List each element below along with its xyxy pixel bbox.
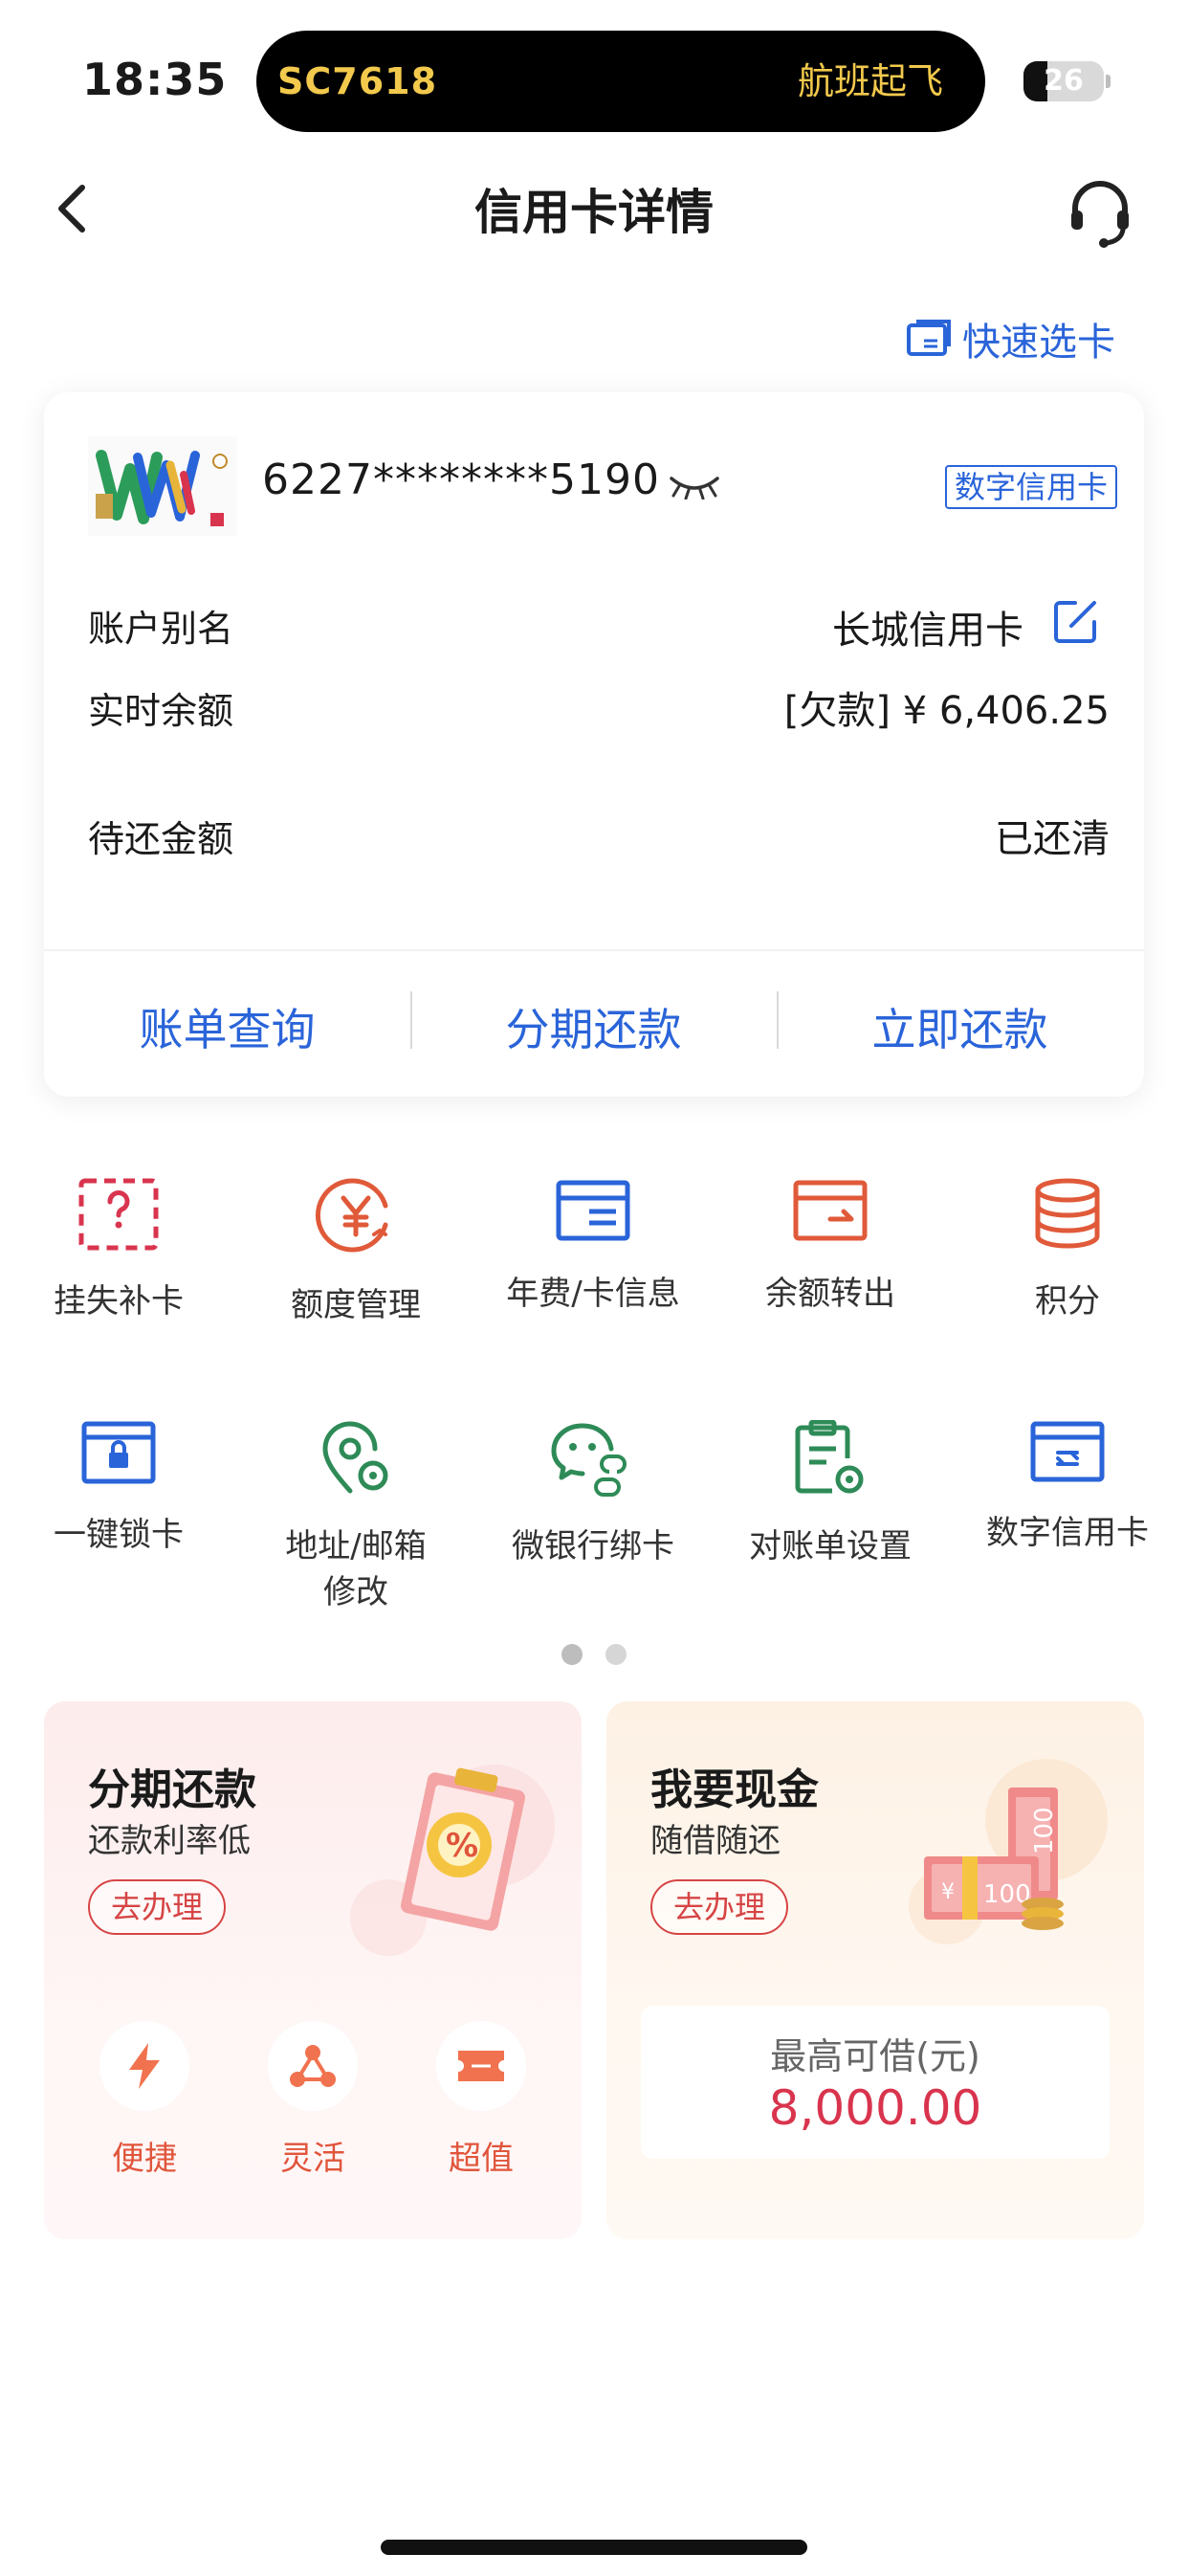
service-label: 数字信用卡: [986, 1514, 1149, 1552]
digital-card-icon: [1030, 1421, 1105, 1482]
card-stack-icon: [907, 320, 951, 356]
status-time: 18:35: [82, 54, 228, 105]
eye-closed-icon[interactable]: [668, 471, 721, 500]
bill-query-button[interactable]: 账单查询: [44, 995, 410, 1058]
edit-icon[interactable]: [1052, 597, 1100, 645]
feature-value: 超值: [419, 2021, 543, 2179]
svg-text:100: 100: [1030, 1807, 1059, 1854]
card-transfer-icon: [793, 1180, 868, 1241]
due-label: 待还金额: [88, 818, 234, 860]
flight-number: SC7618: [277, 60, 438, 102]
card-question-icon: [78, 1178, 159, 1251]
card-art-logo: [88, 436, 237, 536]
promo-subtitle: 还款利率低: [88, 1822, 251, 1860]
service-label: 地址/邮箱 修改: [285, 1527, 427, 1611]
card-info-icon: [556, 1180, 630, 1241]
page-indicator[interactable]: [0, 1644, 1188, 1665]
loan-limit-amount: 8,000.00: [768, 2080, 982, 2136]
statement-settings-icon: [795, 1420, 864, 1494]
service-label: 微银行绑卡: [512, 1527, 674, 1566]
clipboard-percent-illustration: %: [350, 1765, 555, 1956]
feature-flexible: 灵活: [251, 2021, 375, 2179]
cash-money-illustration: 100 ¥ 100: [909, 1759, 1108, 1944]
feature-label: 便捷: [112, 2140, 177, 2178]
feature-label: 超值: [449, 2140, 514, 2178]
yen-circle-icon: [315, 1178, 388, 1253]
home-indicator[interactable]: [381, 2540, 807, 2555]
loan-limit-box: 最高可借(元) 8,000.00: [641, 2006, 1110, 2159]
promo-subtitle: 随借随还: [650, 1822, 781, 1860]
battery-icon: 26: [1023, 61, 1104, 101]
installment-apply-button[interactable]: 去办理: [88, 1879, 227, 1935]
svg-text:¥: ¥: [941, 1880, 955, 1904]
lightning-icon: [129, 2043, 160, 2089]
service-label: 年费/卡信息: [506, 1275, 680, 1313]
ticket-icon: [458, 2051, 504, 2081]
svg-text:%: %: [446, 1827, 478, 1865]
service-lost-card[interactable]: 挂失补卡: [0, 1177, 237, 1324]
page-title: 信用卡详情: [474, 185, 714, 240]
service-balance-transfer[interactable]: 余额转出: [712, 1177, 949, 1317]
service-statement-settings[interactable]: 对账单设置: [712, 1420, 949, 1569]
installment-repay-button[interactable]: 分期还款: [410, 995, 777, 1058]
service-annual-fee[interactable]: 年费/卡信息: [474, 1177, 712, 1317]
divider: [44, 949, 1144, 951]
promo-title: 分期还款: [88, 1765, 256, 1814]
repay-now-button[interactable]: 立即还款: [777, 995, 1143, 1058]
quick-select-label: 快速选卡: [962, 321, 1115, 365]
service-label: 对账单设置: [749, 1527, 912, 1566]
headset-icon[interactable]: [1062, 174, 1138, 251]
balance-label: 实时余额: [88, 690, 234, 732]
due-value: 已还清: [995, 817, 1110, 861]
balance-value: [欠款] ¥ 6,406.25: [783, 689, 1110, 733]
service-lock-card[interactable]: 一键锁卡: [0, 1420, 237, 1558]
flight-status: 航班起飞: [797, 60, 943, 102]
cash-apply-button[interactable]: 去办理: [650, 1879, 789, 1935]
network-nodes-icon: [290, 2045, 336, 2087]
digital-card-badge: 数字信用卡: [945, 465, 1118, 509]
promo-title: 我要现金: [650, 1765, 819, 1814]
alias-label: 账户别名: [88, 608, 234, 650]
cash-loan-promo-card[interactable]: 我要现金 随借随还 去办理 100 ¥ 100 最高可借(元) 8,000.00: [606, 1701, 1144, 2239]
service-wechat-bind[interactable]: 微银行绑卡: [474, 1420, 712, 1569]
quick-select-card-button[interactable]: 快速选卡: [905, 312, 1115, 366]
card-lock-icon: [81, 1421, 156, 1484]
wechat-link-icon: [551, 1423, 627, 1497]
service-digital-card[interactable]: 数字信用卡: [949, 1420, 1186, 1556]
location-settings-icon: [322, 1421, 388, 1494]
service-points[interactable]: 积分: [949, 1177, 1186, 1324]
loan-limit-label: 最高可借(元): [770, 2035, 980, 2077]
feature-convenient: 便捷: [82, 2021, 207, 2179]
service-label: 挂失补卡: [54, 1282, 184, 1321]
service-address-email[interactable]: 地址/邮箱 修改: [237, 1420, 474, 1615]
service-label: 额度管理: [291, 1286, 421, 1324]
page-dot-2[interactable]: [605, 1644, 627, 1665]
service-label: 余额转出: [765, 1275, 895, 1313]
credit-card-panel: 6227********5190 数字信用卡 账户别名 长城信用卡 实时余额 […: [44, 392, 1144, 1097]
service-credit-limit[interactable]: 额度管理: [237, 1177, 474, 1328]
coin-stack-icon: [1035, 1178, 1100, 1249]
card-number: 6227********5190: [262, 455, 660, 504]
feature-label: 灵活: [280, 2140, 345, 2178]
page-dot-1[interactable]: [561, 1644, 583, 1665]
alias-value: 长城信用卡: [832, 609, 1023, 653]
dynamic-island[interactable]: SC7618 航班起飞: [256, 31, 985, 132]
battery-level: 26: [1044, 64, 1084, 98]
installment-promo-card[interactable]: 分期还款 还款利率低 去办理 % 便捷 灵活 超值: [44, 1701, 582, 2239]
service-label: 一键锁卡: [54, 1516, 184, 1554]
service-label: 积分: [1035, 1282, 1100, 1321]
